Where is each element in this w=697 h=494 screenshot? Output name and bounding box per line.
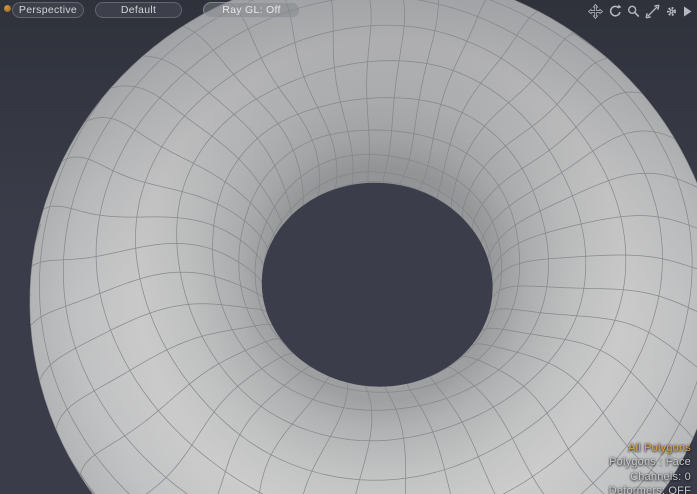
status-channels: Channels: 0 [609,470,691,485]
rotate-view-icon[interactable] [606,3,622,19]
maximize-viewport-icon[interactable] [644,3,660,19]
viewport-indicator-dot[interactable] [4,5,11,12]
status-deformers: Deformers: OFF [609,484,691,494]
shading-default-button[interactable]: Default [95,2,182,18]
perspective-view-button[interactable]: Perspective [12,2,84,18]
ray-gl-toggle-button[interactable]: Ray GL: Off [203,2,300,18]
zoom-view-icon[interactable] [625,3,641,19]
3d-viewport[interactable]: Perspective Default Ray GL: Off [0,0,697,494]
viewport-3d-scene[interactable] [0,0,697,494]
viewport-nav-icons [587,3,692,19]
move-view-icon[interactable] [587,3,603,19]
status-all-polygons: All Polygons [609,441,691,456]
status-polygons-mode: Polygons : Face [609,455,691,470]
viewport-menu-arrow-icon[interactable] [682,3,692,19]
viewport-settings-gear-icon[interactable] [663,3,679,19]
selection-status-block: All Polygons Polygons : Face Channels: 0… [609,441,691,494]
